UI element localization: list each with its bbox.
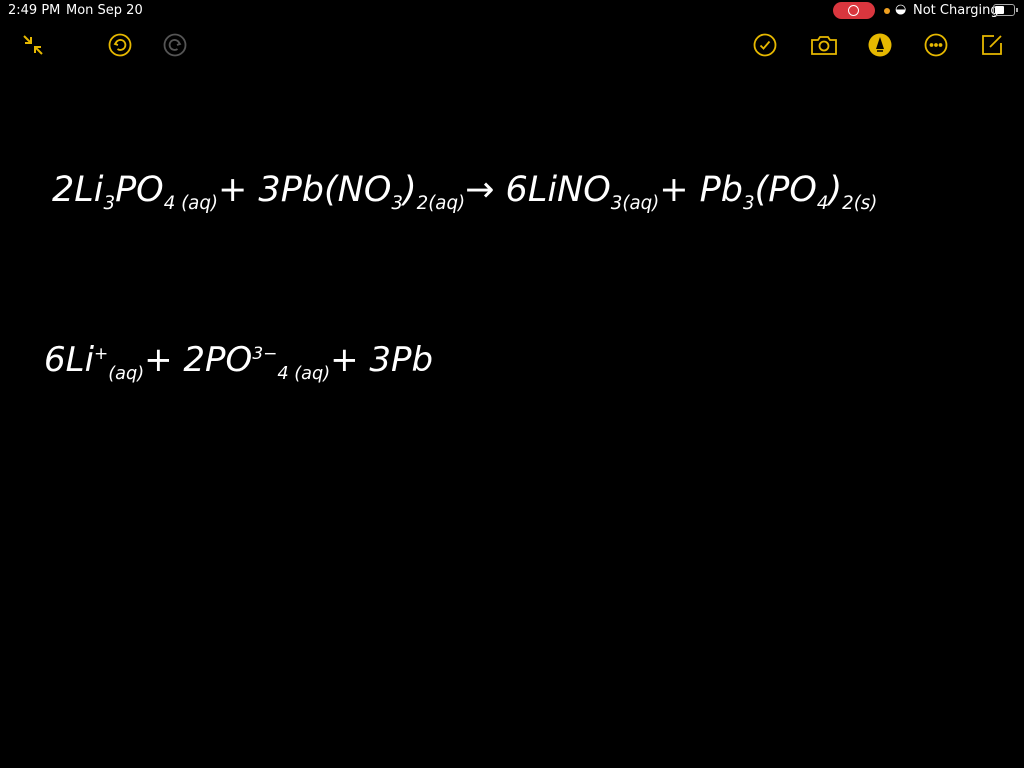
term-subscript: 3 <box>103 193 116 215</box>
term-base: + 3Pb(NO <box>217 170 392 210</box>
term-subscript: 4 (aq) <box>277 363 331 384</box>
equation-term: + 2PO3−4 (aq) <box>144 340 330 384</box>
term-subscript: 3 <box>743 193 755 215</box>
term-base: 6Li <box>44 340 95 380</box>
equation-term: + 3Pb(NO3 <box>218 170 403 214</box>
term-subscript: 2(aq) <box>416 193 466 215</box>
term-charge: + <box>94 344 109 365</box>
term-subscript: 2(s) <box>842 193 878 215</box>
term-subscript: 4 (aq) <box>163 193 218 215</box>
equation-term: + 3Pb <box>330 340 433 380</box>
term-subscript: 3(aq) <box>610 193 660 215</box>
handwritten-equation-molecular: 2Li3PO4 (aq) + 3Pb(NO3)2(aq) → 6LiNO3(aq… <box>52 170 877 214</box>
equation-term: )2(s) <box>828 170 877 214</box>
term-base: PO <box>115 170 164 210</box>
redo-icon[interactable] <box>163 33 187 57</box>
collapse-icon[interactable] <box>21 33 45 57</box>
charging-status: Not Charging <box>913 3 999 18</box>
term-base: + 3Pb <box>330 340 434 380</box>
term-base: (PO <box>754 170 817 210</box>
markup-pen-icon[interactable] <box>868 33 892 57</box>
status-date: Mon Sep 20 <box>66 3 143 18</box>
status-time: 2:49 PM <box>8 3 61 18</box>
compose-icon[interactable] <box>980 33 1004 57</box>
battery-icon <box>993 4 1018 16</box>
equation-term: )2(aq) <box>403 170 465 214</box>
term-subscript: (aq) <box>108 363 145 384</box>
equation-term: 6Li+(aq) <box>44 340 144 384</box>
equation-term: + Pb3 <box>659 170 754 214</box>
undo-icon[interactable] <box>108 33 132 57</box>
screen-recording-icon[interactable] <box>833 2 875 19</box>
term-base: ) <box>402 170 417 210</box>
handwritten-equation-ionic: 6Li+(aq) + 2PO3−4 (aq) + 3Pb <box>44 340 433 384</box>
more-icon[interactable] <box>924 33 948 57</box>
mic-indicator-icon <box>884 8 890 14</box>
equation-term: 2Li3 <box>52 170 115 214</box>
term-charge: 3− <box>252 344 278 365</box>
term-subscript: 3 <box>391 193 403 215</box>
term-base: + Pb <box>659 170 744 210</box>
status-bar: 2:49 PM Mon Sep 20 ◒ Not Charging <box>0 0 1024 22</box>
term-base: 2Li <box>52 170 104 210</box>
term-base: → 6LiNO <box>465 170 611 210</box>
camera-icon[interactable] <box>810 33 838 57</box>
wifi-icon: ◒ <box>895 2 907 17</box>
term-subscript: 4 <box>816 193 829 215</box>
equation-term: PO4 (aq) <box>115 170 218 214</box>
checklist-icon[interactable] <box>753 33 777 57</box>
equation-term: (PO4 <box>755 170 829 214</box>
term-base: + 2PO <box>144 340 253 380</box>
term-base: ) <box>828 170 843 210</box>
equation-term: → 6LiNO3(aq) <box>465 170 659 214</box>
